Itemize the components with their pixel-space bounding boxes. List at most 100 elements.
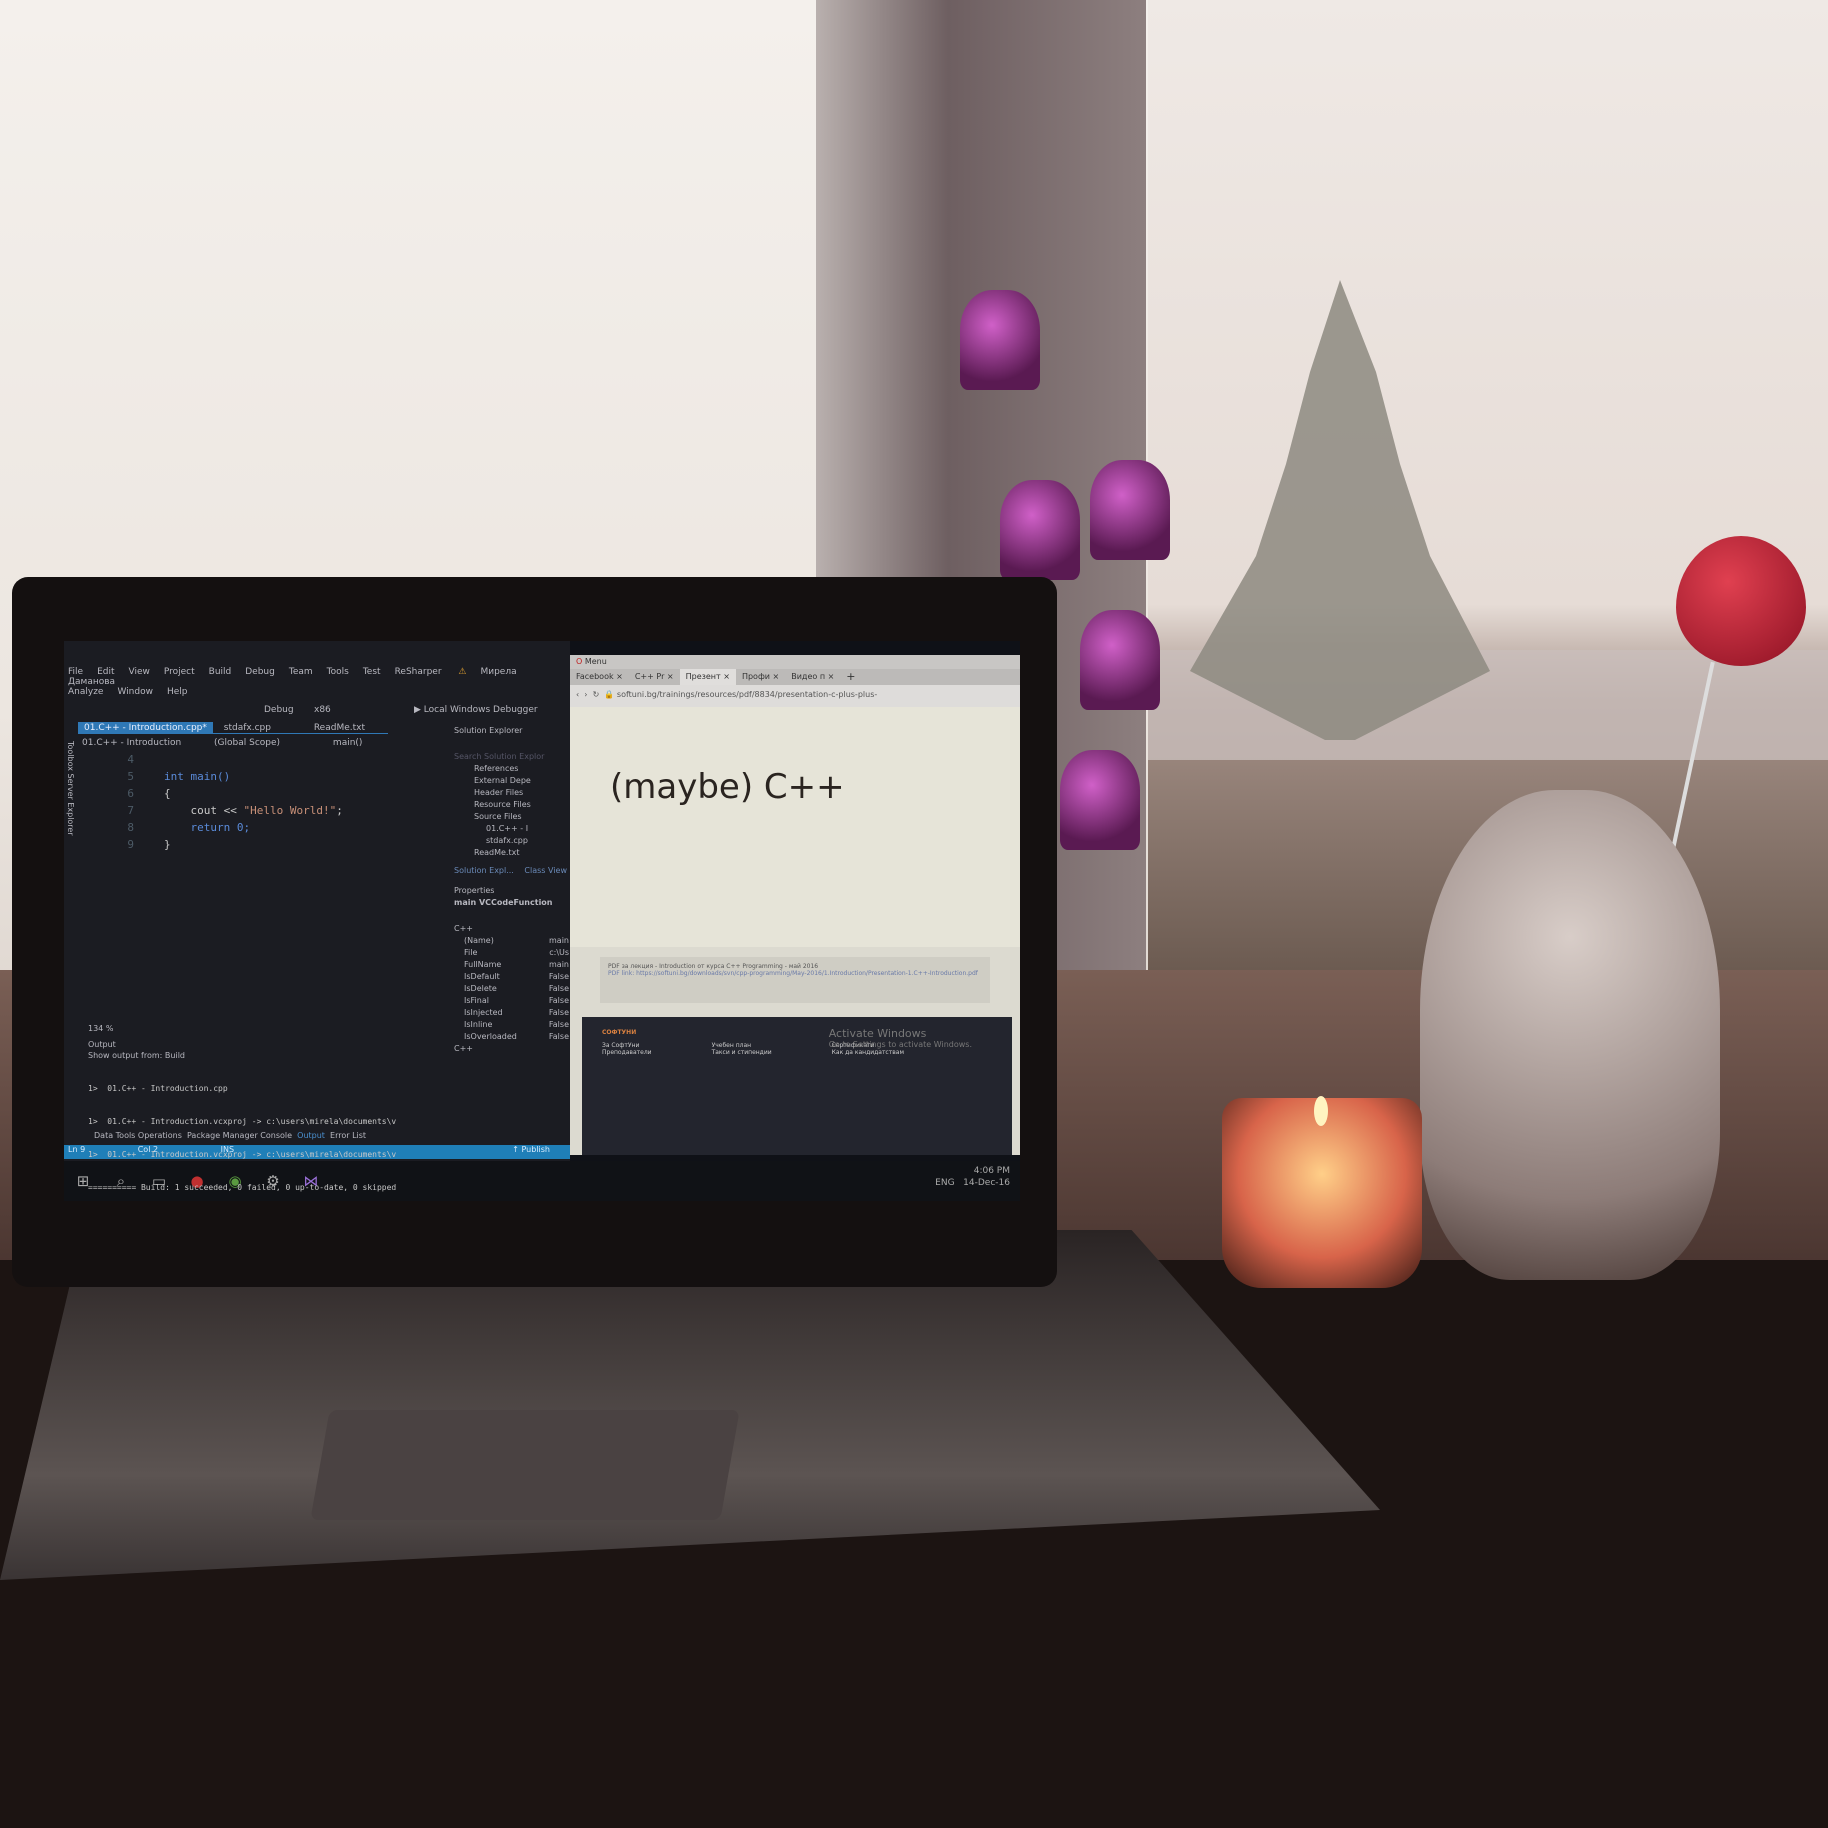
pdf-info: PDF за лекция - Introduction от курса C+… — [600, 957, 990, 1003]
property-row[interactable]: File c:\Us — [454, 947, 569, 959]
tab-readme-txt[interactable]: ReadMe.txt — [314, 723, 365, 733]
property-row[interactable]: IsDelete False — [454, 983, 569, 995]
pdf-viewer[interactable]: (maybe) C++ — [570, 707, 1020, 947]
clock[interactable]: 4:06 PM 14-Dec-16 — [963, 1165, 1010, 1189]
menu-resharper[interactable]: ReSharper — [395, 667, 442, 677]
menu-view[interactable]: View — [129, 667, 150, 677]
line-number: 4 — [127, 753, 134, 766]
bell-ornament — [1060, 750, 1140, 850]
bell-ornament — [1080, 610, 1160, 710]
address-bar[interactable]: softuni.bg/trainings/resources/pdf/8834/… — [617, 690, 877, 699]
status-line: Ln 9 — [68, 1145, 86, 1154]
property-name: IsDelete — [464, 984, 497, 993]
visual-studio-window: File Edit View Project Build Debug Team Tools Te… — [64, 641, 570, 1192]
solution-search-input[interactable]: Search Solution Explor — [454, 751, 569, 763]
opera-browser-window: O Menu Facebook × C++ Pr × Презент × Про… — [570, 655, 1020, 1155]
browser-tab-active[interactable]: Презент × — [679, 669, 736, 685]
menu-test[interactable]: Test — [363, 667, 381, 677]
tree-item[interactable]: stdafx.cpp — [474, 835, 569, 847]
publish-button[interactable]: ↑ Publish — [512, 1145, 550, 1154]
tree-item[interactable]: ReadMe.txt — [474, 847, 569, 859]
run-button[interactable]: ▶ Local Windows Debugger — [414, 705, 538, 715]
project-dropdown[interactable]: 01.C++ - Introduction — [82, 738, 181, 748]
site-footer: СОФТУНИ За СофтУни Преподаватели Учебен п… — [582, 1017, 1012, 1155]
menu-project[interactable]: Project — [164, 667, 195, 677]
menu-debug[interactable]: Debug — [245, 667, 275, 677]
menu-file[interactable]: File — [68, 667, 83, 677]
property-value: False — [548, 984, 569, 993]
property-row[interactable]: IsOverloaded False — [454, 1031, 569, 1043]
tree-item[interactable]: Resource Files — [474, 799, 569, 811]
code-editor[interactable]: 4 5 int main() 6 { 7 cout << "Hello World!… — [64, 751, 343, 853]
new-tab-button[interactable]: + — [840, 669, 861, 685]
tree-item[interactable]: External Depe — [474, 775, 569, 787]
code-line: cout << — [190, 804, 244, 817]
property-row[interactable]: IsInline False — [454, 1019, 569, 1031]
browser-tab[interactable]: Facebook × — [570, 669, 629, 685]
menu-tools[interactable]: Tools — [327, 667, 349, 677]
pdf-caption: PDF за лекция - Introduction от курса C+… — [608, 963, 819, 970]
config-select[interactable]: Debug — [264, 705, 294, 715]
zoom-level[interactable]: 134 % — [88, 1024, 113, 1033]
property-value: main — [549, 960, 569, 969]
line-number: 8 — [127, 821, 134, 834]
bell-ornament — [960, 290, 1040, 390]
clock-date: 14-Dec-16 — [963, 1178, 1010, 1188]
footer-link[interactable]: Учебен план — [712, 1042, 772, 1049]
forward-icon[interactable]: › — [584, 690, 587, 699]
tree-item[interactable]: Source Files — [474, 811, 569, 823]
tab-label: Видео п — [791, 672, 826, 681]
clock-time: 4:06 PM — [973, 1166, 1010, 1176]
tab-introduction-cpp[interactable]: 01.C++ - Introduction.cpp* — [78, 722, 213, 734]
menu-edit[interactable]: Edit — [97, 667, 114, 677]
language-indicator[interactable]: ENG — [935, 1178, 954, 1188]
properties-object-select[interactable]: main VCCodeFunction — [454, 897, 569, 909]
browser-tab[interactable]: C++ Pr × — [629, 669, 680, 685]
menu-analyze[interactable]: Analyze — [68, 687, 103, 697]
publish-label: Publish — [521, 1145, 550, 1154]
pdf-link[interactable]: PDF link: https://softuni.bg/downloads/s… — [608, 970, 982, 977]
menu-build[interactable]: Build — [209, 667, 232, 677]
property-name: File — [464, 948, 478, 957]
property-row[interactable]: (Name) main — [454, 935, 569, 947]
platform-select[interactable]: x86 — [314, 705, 331, 715]
menu-team[interactable]: Team — [289, 667, 313, 677]
tree-item[interactable]: References — [474, 763, 569, 775]
browser-menu-button[interactable]: Menu — [585, 657, 607, 666]
property-name: FullName — [464, 960, 502, 969]
tab-label: Профи — [741, 672, 770, 681]
footer-link[interactable]: Такси и стипендии — [712, 1049, 772, 1056]
semicolon: ; — [336, 804, 343, 817]
tab-stdafx-cpp[interactable]: stdafx.cpp — [224, 723, 271, 733]
menu-window[interactable]: Window — [117, 687, 153, 697]
tree-item[interactable]: Header Files — [474, 787, 569, 799]
back-icon[interactable]: ‹ — [576, 690, 579, 699]
slide-title: (maybe) C++ — [610, 767, 845, 807]
property-row[interactable]: IsFinal False — [454, 995, 569, 1007]
touchpad — [310, 1410, 740, 1520]
menu-help[interactable]: Help — [167, 687, 188, 697]
tree-item[interactable]: 01.C++ - I — [474, 823, 569, 835]
scope-dropdown[interactable]: (Global Scope) — [214, 738, 280, 748]
footer-link[interactable]: Как да кандидатствам — [832, 1049, 904, 1056]
tab-class-view[interactable]: Class View — [524, 866, 567, 875]
bell-ornament — [1000, 480, 1080, 580]
line-number: 6 — [127, 787, 134, 800]
output-source-select[interactable]: Build — [165, 1051, 185, 1060]
browser-tab[interactable]: Профи × — [736, 669, 785, 685]
output-from-label: Show output from: — [88, 1051, 163, 1060]
lock-icon: 🔒 — [604, 690, 615, 699]
property-row[interactable]: FullName main — [454, 959, 569, 971]
member-dropdown[interactable]: main() — [333, 738, 363, 748]
code-line: { — [164, 787, 171, 800]
property-value: False — [548, 1008, 569, 1017]
reload-icon[interactable]: ↻ — [593, 690, 600, 699]
browser-tab[interactable]: Видео п × — [785, 669, 840, 685]
tab-solution-explorer[interactable]: Solution Expl... — [454, 866, 514, 875]
teddy-bear — [1420, 790, 1720, 1280]
property-row[interactable]: IsDefault False — [454, 971, 569, 983]
footer-link[interactable]: Преподаватели — [602, 1049, 652, 1056]
property-row[interactable]: IsInjected False — [454, 1007, 569, 1019]
footer-link[interactable]: За СофтУни — [602, 1042, 652, 1049]
property-name: IsFinal — [464, 996, 489, 1005]
